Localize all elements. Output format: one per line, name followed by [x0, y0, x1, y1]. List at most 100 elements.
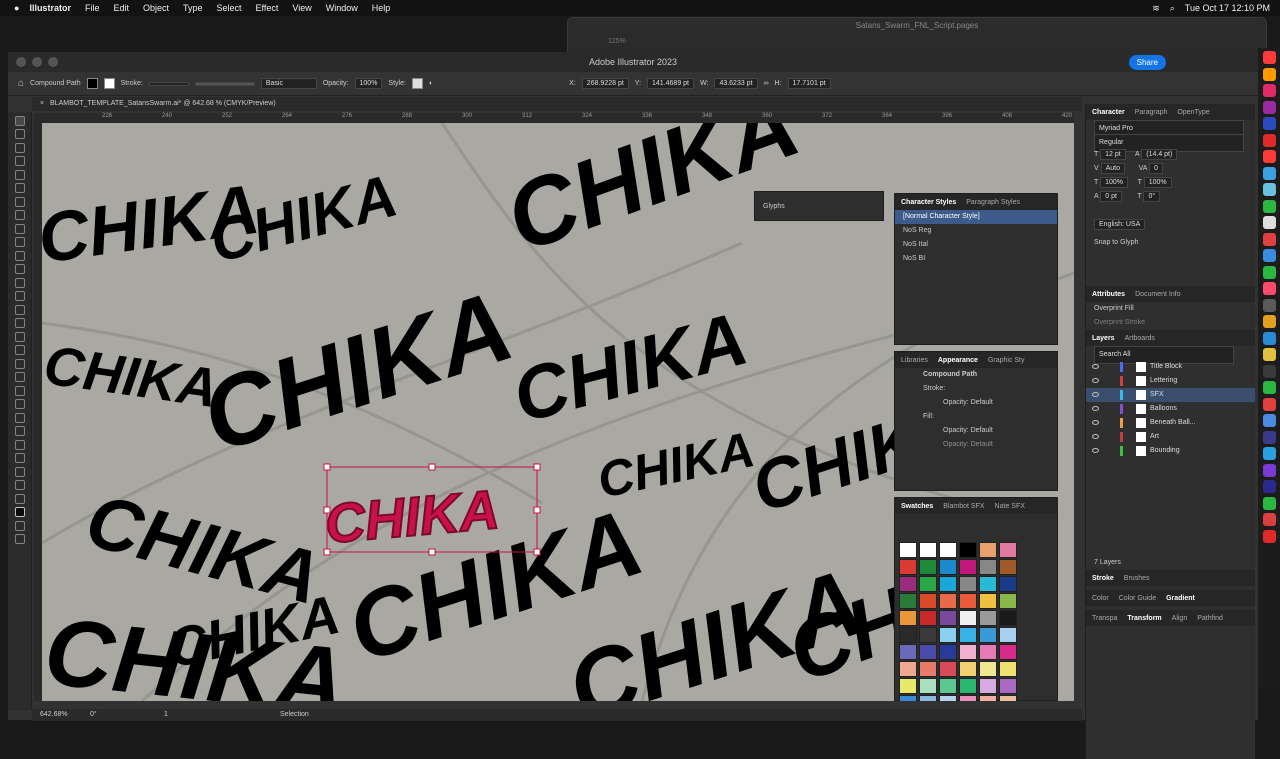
menu-view[interactable]: View: [292, 3, 311, 13]
dock-app-icon[interactable]: [1262, 298, 1276, 312]
swatch[interactable]: [919, 627, 937, 643]
zoom-tool-icon[interactable]: [14, 493, 25, 504]
apple-icon[interactable]: ●: [14, 3, 19, 13]
overprint-fill-checkbox[interactable]: Overprint Fill: [1086, 302, 1255, 316]
swatch[interactable]: [939, 695, 957, 701]
line-tool-icon[interactable]: [14, 210, 25, 220]
swatch[interactable]: [939, 542, 957, 558]
shaper-tool-icon[interactable]: [14, 250, 25, 261]
dock-app-icon[interactable]: [1262, 150, 1276, 163]
swatch[interactable]: [899, 610, 917, 626]
layer-row[interactable]: Title Block: [1086, 360, 1255, 374]
minimize-window-button[interactable]: [32, 57, 42, 67]
swatch[interactable]: [959, 627, 977, 643]
swatch[interactable]: [919, 593, 937, 609]
dock-app-icon[interactable]: [1262, 463, 1276, 477]
swatch[interactable]: [979, 610, 997, 626]
dock-app-icon[interactable]: [1262, 216, 1276, 229]
swatch[interactable]: [979, 627, 997, 643]
swatch[interactable]: [979, 644, 997, 660]
background-pages-window[interactable]: Satans_Swarm_FNL_Script.pages 125%: [567, 17, 1267, 53]
swatch[interactable]: [959, 644, 977, 660]
document-tab[interactable]: × BLAMBOT_TEMPLATE_SatansSwarm.ai* @ 642…: [32, 97, 1082, 111]
artboard-nav[interactable]: 1: [164, 709, 168, 721]
swatch[interactable]: [899, 661, 917, 677]
h-field[interactable]: 17.7101 pt: [787, 78, 831, 89]
shape-builder-tool-icon[interactable]: [14, 345, 25, 355]
swatch[interactable]: [959, 695, 977, 701]
swatch[interactable]: [959, 559, 977, 575]
style-item[interactable]: [Normal Character Style]: [895, 210, 1057, 224]
tab-nate-sfx[interactable]: Nate SFX: [995, 503, 1025, 510]
dock-app-icon[interactable]: [1262, 232, 1276, 246]
menu-edit[interactable]: Edit: [113, 3, 129, 13]
brush-select[interactable]: Basic: [260, 78, 317, 89]
dock-app-icon[interactable]: [1262, 348, 1276, 361]
swatch[interactable]: [999, 644, 1017, 660]
swatch[interactable]: [919, 695, 937, 701]
zoom-field[interactable]: 642.68%: [40, 709, 68, 721]
tab-character[interactable]: Character: [1092, 109, 1125, 116]
swatch[interactable]: [919, 576, 937, 592]
layer-row[interactable]: Beneath Ball...: [1086, 416, 1255, 430]
rotation-field[interactable]: 0°: [90, 709, 97, 721]
swatch[interactable]: [939, 610, 957, 626]
tab-align[interactable]: Align: [1172, 615, 1188, 622]
tab-color[interactable]: Color: [1092, 595, 1109, 602]
dock-app-icon[interactable]: [1262, 265, 1276, 279]
hand-tool-icon[interactable]: [14, 480, 25, 490]
tab-libraries[interactable]: Libraries: [901, 357, 928, 364]
tab-paragraph[interactable]: Paragraph: [1135, 109, 1168, 116]
swatch[interactable]: [999, 576, 1017, 592]
type-tool-icon[interactable]: [14, 196, 25, 207]
swatch[interactable]: [899, 593, 917, 609]
tab-color-guide[interactable]: Color Guide: [1119, 595, 1156, 602]
rectangle-tool-icon[interactable]: [14, 223, 25, 234]
graph-tool-icon[interactable]: [14, 439, 25, 450]
artboard-tool-icon[interactable]: [14, 453, 25, 463]
swatch[interactable]: [979, 661, 997, 677]
screen-mode-icon[interactable]: [14, 534, 25, 544]
recolor-icon[interactable]: ◐: [429, 80, 433, 87]
dock-app-icon[interactable]: [1262, 430, 1276, 444]
swatch[interactable]: [979, 593, 997, 609]
dock-app-icon[interactable]: [1262, 381, 1276, 394]
eye-icon[interactable]: [1092, 364, 1099, 369]
dock-app-icon[interactable]: [1262, 51, 1276, 64]
opacity-field[interactable]: 100%: [354, 78, 383, 89]
swatch[interactable]: [979, 695, 997, 701]
menubar-clock[interactable]: Tue Oct 17 12:10 PM: [1185, 3, 1270, 13]
layer-row[interactable]: Bounding: [1086, 444, 1255, 458]
dock-app-icon[interactable]: [1262, 315, 1276, 328]
direct-selection-tool-icon[interactable]: [14, 129, 25, 139]
symbol-sprayer-tool-icon[interactable]: [14, 426, 25, 436]
eye-icon[interactable]: [1092, 392, 1099, 397]
dock-app-icon[interactable]: [1262, 133, 1276, 147]
swatch[interactable]: [899, 695, 917, 701]
swatch[interactable]: [999, 593, 1017, 609]
swatch[interactable]: [899, 576, 917, 592]
swatch[interactable]: [979, 559, 997, 575]
chika-text[interactable]: CHIKA: [504, 296, 755, 439]
zoom-window-button[interactable]: [48, 57, 58, 67]
pencil-tool-icon[interactable]: [14, 264, 25, 274]
wifi-icon[interactable]: ≋: [1152, 3, 1160, 14]
swatch[interactable]: [919, 661, 937, 677]
artboard-canvas[interactable]: CHIKA CHIKA CHIKA CHIKA CHIKA CHIKA CHIK…: [42, 123, 1074, 701]
appearance-fill[interactable]: Fill:: [895, 410, 1057, 424]
tab-gradient[interactable]: Gradient: [1166, 595, 1195, 602]
swatch[interactable]: [899, 559, 917, 575]
swatch[interactable]: [939, 576, 957, 592]
style-item[interactable]: NoS Reg: [895, 224, 1057, 238]
appearance-opacity[interactable]: Opacity: Default: [895, 438, 1057, 452]
tab-document-info[interactable]: Document Info: [1135, 291, 1181, 298]
swatch[interactable]: [919, 559, 937, 575]
tab-character-styles[interactable]: Character Styles: [901, 199, 956, 206]
swatch[interactable]: [939, 593, 957, 609]
dock-app-icon[interactable]: [1262, 183, 1276, 196]
width-tool-icon[interactable]: [14, 318, 25, 328]
swatch[interactable]: [939, 644, 957, 660]
tab-layers[interactable]: Layers: [1092, 335, 1115, 342]
dock-app-icon[interactable]: [1262, 496, 1276, 510]
dock-app-icon[interactable]: [1262, 331, 1276, 345]
